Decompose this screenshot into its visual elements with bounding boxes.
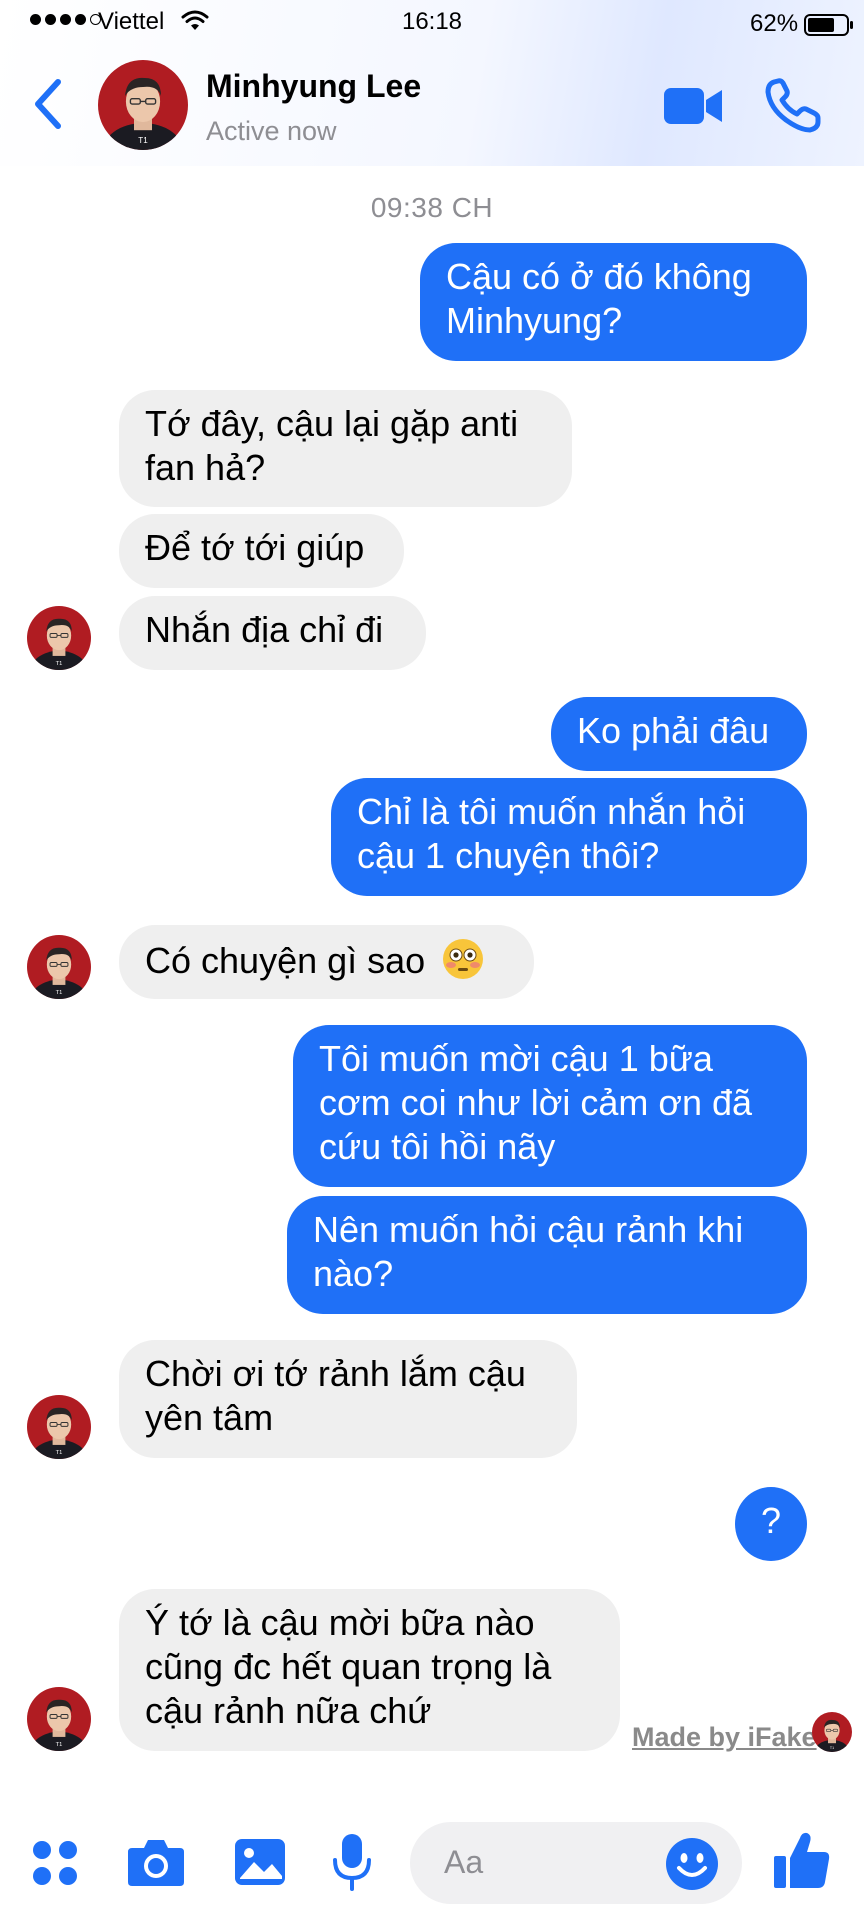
contact-avatar-small[interactable] <box>27 606 91 670</box>
contact-name[interactable]: Minhyung Lee <box>206 68 421 105</box>
outgoing-message-bubble[interactable]: Ko phải đâu <box>551 697 807 771</box>
incoming-message-bubble[interactable]: Nhắn địa chỉ đi <box>119 596 426 670</box>
message-text: Ý tớ là cậu mời bữa nào cũng đc hết quan… <box>145 1602 552 1731</box>
message-text: Cậu có ở đó không Minhyung? <box>446 256 752 341</box>
incoming-message-bubble[interactable]: Chời ơi tớ rảnh lắm cậu yên tâm <box>119 1340 577 1458</box>
watermark-avatar <box>812 1712 852 1752</box>
message-composer: Aa <box>0 1800 864 1920</box>
microphone-icon[interactable] <box>330 1832 374 1892</box>
contact-status: Active now <box>206 116 337 146</box>
menu-dots-icon[interactable] <box>30 1838 80 1888</box>
flushed-face-emoji <box>443 939 484 979</box>
message-text: Để tớ tới giúp <box>145 527 365 568</box>
message-input[interactable]: Aa <box>410 1822 742 1904</box>
outgoing-message-bubble[interactable]: Tôi muốn mời cậu 1 bữa cơm coi như lời c… <box>293 1025 807 1187</box>
message-text: Tôi muốn mời cậu 1 bữa cơm coi như lời c… <box>319 1038 753 1167</box>
incoming-message-bubble[interactable]: Để tớ tới giúp <box>119 514 404 588</box>
phone-icon[interactable] <box>764 78 822 134</box>
incoming-message-bubble[interactable]: Tớ đây, cậu lại gặp anti fan hả? <box>119 390 572 507</box>
message-text: Nên muốn hỏi cậu rảnh khi nào? <box>313 1209 744 1294</box>
battery-percentage: 62% <box>750 10 799 37</box>
outgoing-message-bubble[interactable]: Nên muốn hỏi cậu rảnh khi nào? <box>287 1196 807 1314</box>
video-call-icon[interactable] <box>662 84 724 128</box>
message-text: Chỉ là tôi muốn nhắn hỏi cậu 1 chuyện th… <box>357 791 746 876</box>
message-text: Nhắn địa chỉ đi <box>145 609 384 650</box>
thumbs-up-icon[interactable] <box>772 1828 832 1892</box>
camera-icon[interactable] <box>126 1836 186 1888</box>
incoming-message-bubble[interactable]: Có chuyện gì sao <box>119 925 534 999</box>
message-text: Ko phải đâu <box>577 710 770 751</box>
message-text: Có chuyện gì sao <box>145 940 426 981</box>
status-time: 16:18 <box>401 8 463 35</box>
contact-avatar-small[interactable] <box>27 1395 91 1459</box>
contact-avatar-small[interactable] <box>27 1687 91 1751</box>
image-icon[interactable] <box>232 1836 288 1888</box>
outgoing-message-bubble[interactable]: ? <box>735 1487 807 1561</box>
message-text: ? <box>760 1500 782 1541</box>
contact-avatar-small[interactable] <box>27 935 91 999</box>
incoming-message-bubble[interactable]: Ý tớ là cậu mời bữa nào cũng đc hết quan… <box>119 1589 620 1751</box>
smiley-icon[interactable] <box>664 1836 720 1892</box>
message-text: Chời ơi tớ rảnh lắm cậu yên tâm <box>145 1353 526 1438</box>
message-text: Tớ đây, cậu lại gặp anti fan hả? <box>145 403 519 488</box>
status-bar: Viettel 16:18 62% <box>0 0 864 46</box>
outgoing-message-bubble[interactable]: Cậu có ở đó không Minhyung? <box>420 243 807 361</box>
outgoing-message-bubble[interactable]: Chỉ là tôi muốn nhắn hỏi cậu 1 chuyện th… <box>331 778 807 896</box>
chat-header: Minhyung Lee Active now <box>0 46 864 166</box>
battery-icon <box>804 14 853 36</box>
message-input-placeholder: Aa <box>444 1844 484 1880</box>
watermark-text: Made by iFake <box>632 1722 817 1752</box>
contact-avatar[interactable] <box>98 60 188 150</box>
conversation-timestamp: 09:38 CH <box>370 192 494 223</box>
back-icon[interactable] <box>30 76 66 132</box>
